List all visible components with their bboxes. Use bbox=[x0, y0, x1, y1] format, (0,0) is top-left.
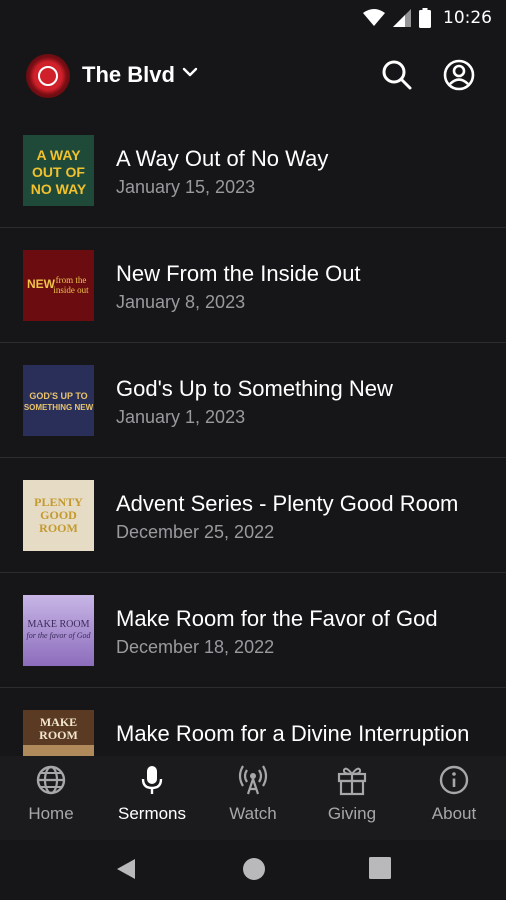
chevron-down-icon[interactable] bbox=[180, 62, 200, 82]
sermon-title: New From the Inside Out bbox=[116, 261, 361, 286]
sermon-thumbnail: GOD'S UP TO SOMETHING NEW bbox=[23, 365, 94, 436]
sermon-row[interactable]: PLENTY GOOD ROOM Advent Series - Plenty … bbox=[0, 458, 506, 573]
sermon-thumbnail: MAKE ROOM bbox=[23, 710, 94, 756]
svg-text:SOMETHING NEW: SOMETHING NEW bbox=[24, 403, 94, 412]
svg-text:MAKE: MAKE bbox=[40, 715, 77, 729]
nav-label: Giving bbox=[327, 804, 377, 823]
sermon-title: Make Room for a Divine Interruption bbox=[116, 721, 470, 746]
battery-icon bbox=[419, 8, 431, 28]
sermon-date: December 25, 2022 bbox=[116, 522, 275, 542]
nav-label: Home bbox=[28, 804, 74, 823]
sermon-title: God's Up to Something New bbox=[116, 376, 393, 401]
svg-text:NO WAY: NO WAY bbox=[31, 181, 87, 197]
nav-about[interactable]: About bbox=[404, 764, 504, 824]
sermon-date: January 8, 2023 bbox=[116, 292, 246, 312]
sermon-row[interactable]: NEW from the inside out New From the Ins… bbox=[0, 228, 506, 343]
sermon-thumbnail: A WAY OUT OF NO WAY bbox=[23, 135, 94, 206]
recents-icon[interactable] bbox=[369, 857, 391, 879]
sermon-thumbnail: MAKE ROOM for the favor of God bbox=[23, 595, 94, 666]
sermon-thumbnail: NEW from the inside out bbox=[23, 250, 94, 321]
sermon-row[interactable]: GOD'S UP TO SOMETHING NEW God's Up to So… bbox=[0, 343, 506, 458]
sermon-date: December 18, 2022 bbox=[116, 637, 275, 657]
campus-title[interactable]: The Blvd bbox=[82, 62, 175, 88]
cell-signal-icon bbox=[393, 9, 411, 27]
svg-text:NEW: NEW bbox=[27, 277, 56, 291]
nav-label: Watch bbox=[229, 804, 277, 823]
bottom-navigation: Home Sermons Watch Giving About bbox=[0, 756, 506, 840]
church-logo[interactable] bbox=[26, 54, 70, 98]
system-navigation-bar bbox=[0, 840, 506, 900]
microphone-icon bbox=[141, 766, 163, 794]
broadcast-icon bbox=[238, 765, 268, 795]
svg-text:GOD'S UP TO: GOD'S UP TO bbox=[29, 391, 87, 401]
nav-sermons[interactable]: Sermons bbox=[102, 764, 202, 824]
sermon-title: A Way Out of No Way bbox=[116, 146, 329, 171]
svg-text:A WAY: A WAY bbox=[36, 147, 81, 163]
nav-label: About bbox=[431, 804, 477, 823]
sermon-title: Make Room for the Favor of God bbox=[116, 606, 438, 631]
sermon-date: January 15, 2023 bbox=[116, 177, 256, 197]
svg-text:MAKE ROOM: MAKE ROOM bbox=[28, 619, 90, 630]
sermon-list: A WAY OUT OF NO WAY A Way Out of No Way … bbox=[0, 113, 506, 756]
account-icon[interactable] bbox=[442, 58, 476, 92]
gift-icon bbox=[337, 767, 367, 796]
globe-icon bbox=[36, 765, 66, 795]
svg-text:for the favor of God: for the favor of God bbox=[27, 631, 92, 640]
status-bar: 10:26 bbox=[0, 0, 506, 36]
nav-giving[interactable]: Giving bbox=[302, 764, 402, 824]
sermon-row[interactable]: MAKE ROOM Make Room for a Divine Interru… bbox=[0, 688, 506, 756]
home-button-icon[interactable] bbox=[242, 857, 266, 881]
sermon-thumbnail: PLENTY GOOD ROOM bbox=[23, 480, 94, 551]
svg-text:GOOD: GOOD bbox=[40, 508, 77, 522]
svg-text:from the: from the bbox=[56, 275, 87, 285]
svg-text:ROOM: ROOM bbox=[39, 521, 78, 535]
app-header: The Blvd bbox=[0, 46, 506, 104]
nav-watch[interactable]: Watch bbox=[203, 764, 303, 824]
sermon-title: Advent Series - Plenty Good Room bbox=[116, 491, 459, 516]
svg-text:PLENTY: PLENTY bbox=[34, 495, 83, 509]
nav-home[interactable]: Home bbox=[1, 764, 101, 824]
status-icons: 10:26 bbox=[363, 8, 492, 28]
back-icon[interactable] bbox=[115, 857, 137, 881]
search-icon[interactable] bbox=[380, 58, 414, 92]
logo-mark bbox=[38, 66, 58, 86]
info-icon bbox=[439, 765, 469, 795]
nav-label: Sermons bbox=[117, 804, 187, 823]
wifi-icon bbox=[363, 9, 385, 26]
sermon-row[interactable]: A WAY OUT OF NO WAY A Way Out of No Way … bbox=[0, 113, 506, 228]
svg-text:ROOM: ROOM bbox=[39, 728, 78, 742]
svg-text:OUT OF: OUT OF bbox=[32, 164, 85, 180]
sermon-row[interactable]: MAKE ROOM for the favor of God Make Room… bbox=[0, 573, 506, 688]
status-time: 10:26 bbox=[443, 8, 492, 28]
svg-text:inside out: inside out bbox=[53, 285, 89, 295]
sermon-date: January 1, 2023 bbox=[116, 407, 246, 427]
